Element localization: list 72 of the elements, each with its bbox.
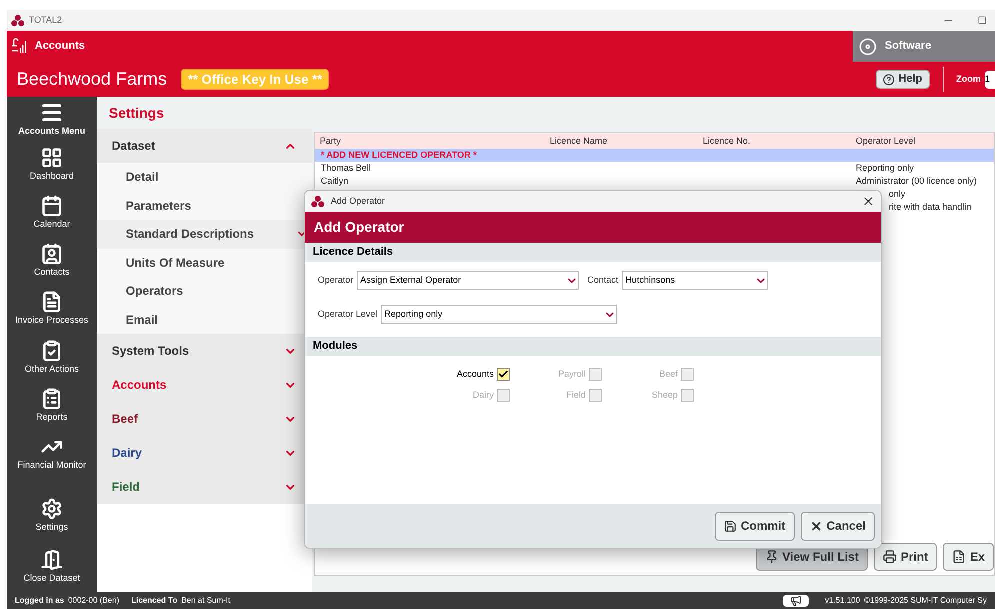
zoom-field[interactable]: 1 [985, 70, 995, 88]
calendar-icon [40, 194, 63, 217]
save-icon [724, 520, 737, 532]
help-button[interactable]: Help [876, 70, 930, 89]
software-tab[interactable]: Software [853, 31, 995, 62]
sidebar-item[interactable]: Dashboard [15, 142, 89, 186]
accounts-menu-button[interactable]: Accounts Menu [18, 97, 86, 138]
contact-label: Contact [588, 274, 619, 287]
sidebar-item[interactable]: Invoice Processes [15, 287, 89, 330]
table-cell: Administrator (00 licence only) [856, 175, 978, 188]
contacts-icon [40, 243, 63, 265]
office-key-badge: ** Office Key In Use ** [181, 68, 330, 90]
app-logo-icon [11, 14, 25, 26]
module-label: Field [566, 388, 586, 402]
toolbar-button[interactable]: Ex [943, 543, 994, 571]
announcement-icon[interactable] [783, 594, 810, 606]
table-cell: only [889, 188, 906, 201]
table-cell: Thomas Bell [321, 162, 372, 175]
settings-section[interactable]: Field [97, 470, 312, 504]
dialog-title: Add Operator [331, 194, 386, 208]
settings-header: Settings [97, 97, 312, 129]
module-label: Payroll [558, 368, 586, 381]
settings-section[interactable]: Dataset [97, 129, 312, 163]
operator-level-select[interactable]: Reporting only [380, 305, 617, 324]
sidebar-item[interactable]: Contacts [15, 239, 89, 282]
table-cell: rite with data handlin [889, 201, 972, 214]
sidebar-item[interactable]: Calendar [15, 190, 89, 234]
settings-section[interactable]: Accounts [97, 368, 312, 402]
module-title: Accounts [35, 39, 86, 54]
dialog-header: Add Operator [305, 212, 881, 243]
table-cell: Caitlyn [321, 175, 349, 188]
module-label: Sheep [652, 388, 678, 402]
company-name: Beechwood Farms [17, 68, 168, 91]
sidebar-item[interactable]: Close Dataset [24, 544, 80, 588]
nav-item[interactable]: Detail [97, 163, 312, 192]
settings-icon [41, 498, 63, 520]
zoom-label: Zoom [956, 72, 981, 86]
sidebar-item[interactable]: Settings [24, 494, 80, 537]
sidebar-item[interactable]: Other Actions [15, 336, 89, 379]
settings-section[interactable]: System Tools [97, 334, 312, 368]
contact-select[interactable]: Hutchinsons [622, 271, 768, 290]
settings-section[interactable]: Dairy [97, 436, 312, 470]
cancel-button[interactable]: Cancel [800, 512, 875, 540]
column-header[interactable]: Licence No. [698, 135, 756, 148]
module-label: Beef [659, 368, 678, 381]
settings-section[interactable]: Beef [97, 402, 312, 436]
disc-icon [859, 38, 877, 56]
section-header: Licence Details [305, 243, 881, 262]
module-checkbox[interactable] [497, 368, 510, 382]
print-icon [882, 550, 897, 564]
maximize-icon[interactable] [978, 16, 987, 25]
operator-label: Operator [318, 274, 354, 287]
pound-chart-icon [11, 38, 27, 56]
commit-button[interactable]: Commit [714, 512, 795, 540]
help-icon [882, 74, 895, 86]
sidebar-item[interactable]: Financial Monitor [15, 432, 89, 476]
toolbar-button[interactable]: Print [874, 543, 938, 571]
column-header[interactable]: Party [315, 135, 346, 148]
operator-level-label: Operator Level [318, 308, 378, 321]
check-icon [498, 369, 509, 380]
section-header: Modules [305, 337, 881, 356]
module-label: Dairy [472, 388, 494, 402]
column-header[interactable]: Licence Name [545, 135, 613, 148]
operator-select[interactable]: Assign External Operator [356, 271, 579, 290]
dashboard-icon [40, 146, 63, 168]
table-cell: Reporting only [856, 162, 914, 175]
module-label: Accounts [456, 368, 494, 381]
sidebar-item[interactable]: Reports [15, 384, 89, 427]
column-header[interactable]: Operator Level [851, 135, 921, 148]
window-title: TOTAL2 [29, 14, 62, 27]
dialog-logo-icon [311, 196, 325, 208]
status-bar: Logged in as 0002-00 (Ben) Licenced To Ben at Sum-It v1.51.100 ©1999-2025 SUM-IT Computer Sy [7, 592, 995, 609]
